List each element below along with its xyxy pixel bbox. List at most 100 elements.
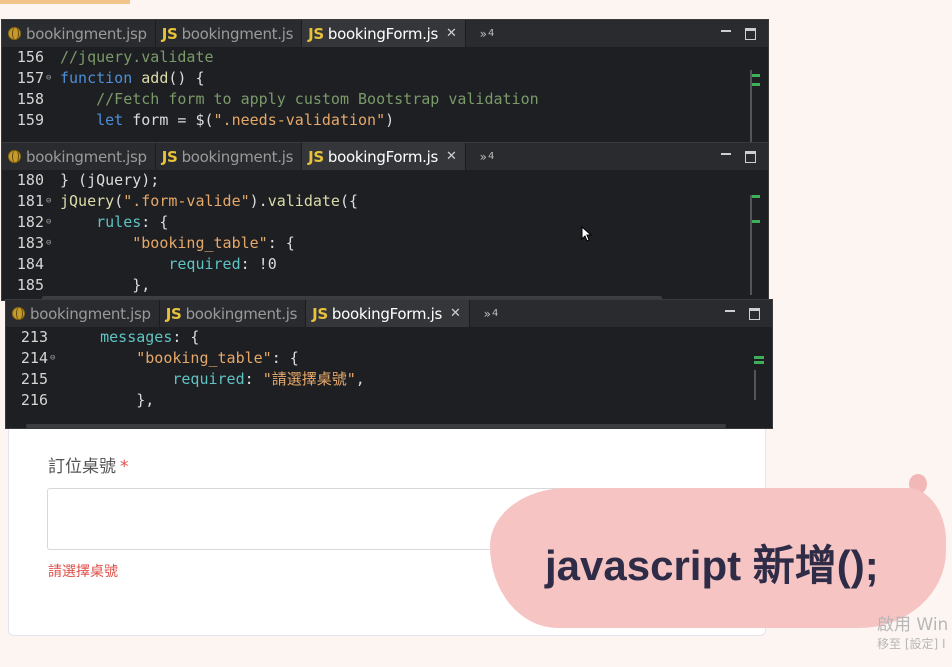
caption-text: javascript 新增(); (545, 542, 879, 589)
required-mark: * (120, 457, 129, 477)
fold-gutter (46, 170, 54, 191)
editor-tab[interactable]: bookingment.jsp (2, 20, 156, 47)
code-line: 183 ⊖ "booking_table": { (2, 233, 768, 254)
code-line: 184 required: !0 (2, 254, 768, 275)
line-number: 216 (20, 391, 48, 409)
editor-tab-bar: bookingment.jsp JS bookingment.js JS booking… (6, 300, 772, 327)
editor-tab-label: bookingment.js (185, 304, 298, 323)
editor-tab[interactable]: JS bookingment.js (156, 143, 303, 170)
fold-toggle-icon[interactable]: ⊖ (46, 68, 54, 89)
line-number: 185 (16, 276, 44, 294)
code-text: } (jQuery); (60, 171, 160, 189)
editor-tab[interactable]: bookingment.jsp (2, 143, 156, 170)
code-line: 156 //jquery.validate (2, 47, 768, 68)
code-text: rules: { (96, 213, 169, 231)
fold-gutter (46, 89, 54, 110)
globe-icon (12, 307, 25, 320)
code-text: //Fetch form to apply custom Bootstrap v… (96, 90, 539, 108)
close-icon[interactable]: ✕ (450, 306, 461, 321)
line-number: 157 (16, 69, 44, 87)
editor-tab-label: bookingForm.js (331, 304, 443, 323)
fold-toggle-icon[interactable]: ⊖ (46, 191, 54, 212)
close-icon[interactable]: ✕ (446, 26, 457, 41)
code-line: 180 } (jQuery); (2, 170, 768, 191)
tab-overflow-count: 4 (491, 308, 499, 319)
activation-watermark-hint: 移至 [設定] I (877, 637, 946, 651)
line-number: 214 (20, 349, 48, 367)
code-area[interactable]: 156 //jquery.validate 157 ⊖ function add() {… (2, 47, 768, 144)
editor-panel-3: bookingment.jsp JS bookingment.js JS booking… (6, 300, 772, 428)
fold-toggle-icon[interactable]: ⊖ (50, 348, 58, 369)
code-area[interactable]: 180 } (jQuery); 181 ⊖ jQuery(".form-valide")… (2, 170, 768, 300)
vertical-scrollbar[interactable] (750, 70, 752, 142)
vertical-scrollbar[interactable] (754, 370, 756, 400)
editor-tab[interactable]: JS bookingForm.js ✕ (306, 300, 470, 327)
code-line: 213 messages: { (6, 327, 772, 348)
editor-tab[interactable]: JS bookingment.js (160, 300, 307, 327)
code-text: let form = $(".needs-validation") (96, 111, 395, 129)
tab-overflow-button[interactable]: » 4 (466, 143, 505, 170)
close-icon[interactable]: ✕ (446, 149, 457, 164)
window-controls (725, 300, 772, 327)
editor-tab-label: bookingment.js (181, 24, 294, 43)
top-accent-bar (0, 0, 130, 4)
editor-tab[interactable]: JS bookingForm.js ✕ (302, 143, 466, 170)
minimize-icon[interactable] (721, 29, 731, 32)
editor-tab-bar: bookingment.jsp JS bookingment.js JS booking… (2, 143, 768, 170)
fold-gutter (50, 390, 58, 411)
minimize-icon[interactable] (725, 309, 735, 312)
editor-tab-label: bookingment.jsp (26, 147, 147, 166)
globe-icon (8, 150, 21, 163)
maximize-icon[interactable] (749, 307, 760, 320)
fold-toggle-icon[interactable]: ⊖ (46, 212, 54, 233)
tab-overflow-button[interactable]: » 4 (470, 300, 509, 327)
editor-tab-label: bookingment.jsp (26, 24, 147, 43)
code-line: 158 //Fetch form to apply custom Bootstr… (2, 89, 768, 110)
maximize-icon[interactable] (745, 27, 756, 40)
line-number: 215 (20, 370, 48, 388)
editor-tab[interactable]: JS bookingForm.js ✕ (302, 20, 466, 47)
minimize-icon[interactable] (721, 152, 731, 155)
fold-toggle-icon[interactable]: ⊖ (46, 233, 54, 254)
validation-error-message: 請選擇桌號 (48, 564, 118, 580)
window-controls (721, 20, 768, 47)
line-number: 180 (16, 171, 44, 189)
line-number: 159 (16, 111, 44, 129)
line-number: 181 (16, 192, 44, 210)
editor-tab-bar: bookingment.jsp JS bookingment.js JS booking… (2, 20, 768, 47)
fold-gutter (46, 254, 54, 275)
code-text: required: !0 (168, 255, 277, 273)
editor-panel-1: bookingment.jsp JS bookingment.js JS booking… (2, 20, 768, 144)
code-line: 157 ⊖ function add() { (2, 68, 768, 89)
line-number: 183 (16, 234, 44, 252)
js-icon: JS (165, 304, 182, 323)
code-text: function add() { (60, 69, 205, 87)
code-line: 182 ⊖ rules: { (2, 212, 768, 233)
code-text: "booking_table": { (136, 349, 299, 367)
code-line: 215 required: "請選擇桌號", (6, 369, 772, 390)
js-icon: JS (308, 147, 324, 166)
vertical-scrollbar[interactable] (750, 195, 752, 295)
overview-ruler (754, 356, 764, 370)
editor-tab[interactable]: bookingment.jsp (6, 300, 160, 327)
code-text: "booking_table": { (132, 234, 295, 252)
js-icon: JS (161, 147, 178, 166)
code-line: 181 ⊖ jQuery(".form-valide").validate({ (2, 191, 768, 212)
code-text: messages: { (100, 328, 200, 346)
code-area[interactable]: 213 messages: {214 ⊖ "booking_table": {21… (6, 327, 772, 428)
booking-table-label-text: 訂位桌號 (48, 457, 116, 477)
maximize-icon[interactable] (745, 150, 756, 163)
tab-overflow-button[interactable]: » 4 (466, 20, 505, 47)
fold-gutter (46, 110, 54, 131)
code-line: 185 }, (2, 275, 768, 296)
horizontal-scrollbar[interactable] (26, 424, 726, 428)
editor-tab[interactable]: JS bookingment.js (156, 20, 303, 47)
code-line: 159 let form = $(".needs-validation") (2, 110, 768, 131)
js-icon: JS (161, 24, 178, 43)
editor-tab-label: bookingForm.js (327, 24, 439, 43)
fold-gutter (50, 369, 58, 390)
line-number: 213 (20, 328, 48, 346)
window-controls (721, 143, 768, 170)
fold-gutter (50, 327, 58, 348)
globe-icon (8, 27, 21, 40)
